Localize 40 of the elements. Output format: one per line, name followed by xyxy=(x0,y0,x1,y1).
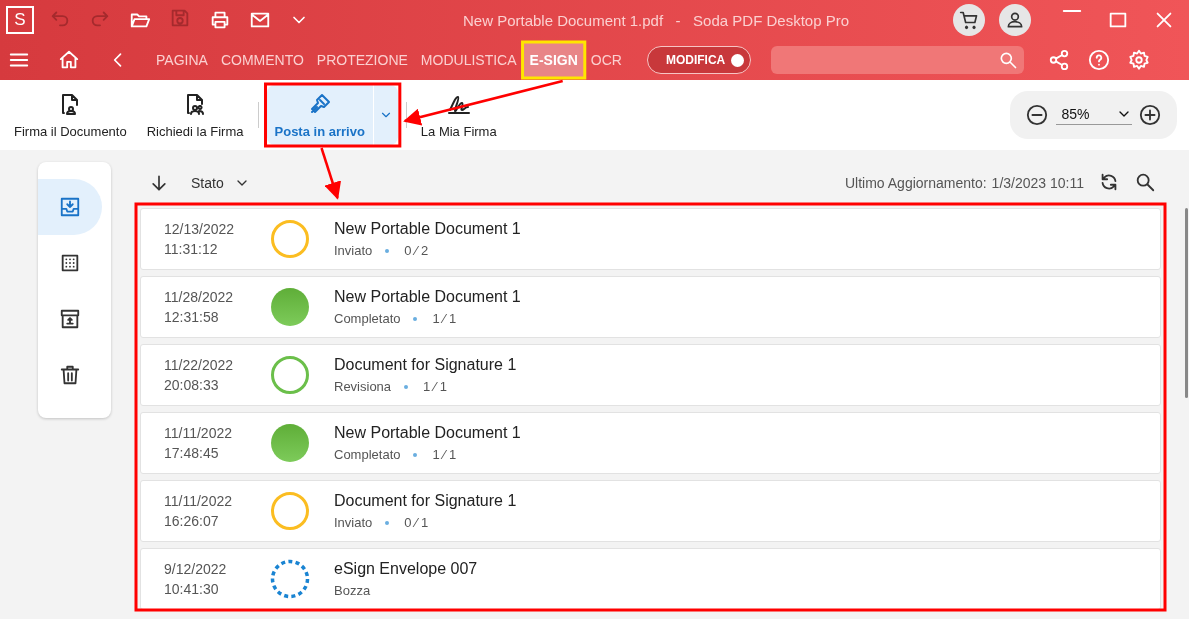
mode-toggle[interactable]: MODIFICA xyxy=(646,46,752,74)
status-text: Completato xyxy=(334,447,401,462)
row-time: 12:31:58 xyxy=(164,308,220,327)
last-update-label: Ultimo Aggiornamento: xyxy=(844,175,987,191)
row-time: 17:48:45 xyxy=(164,444,220,463)
row-time: 11:31:12 xyxy=(164,240,219,259)
signer-count: 1 ⁄ 1 xyxy=(432,311,457,326)
signer-count: 0 ⁄ 2 xyxy=(404,243,429,258)
row-date: 9/12/2022 xyxy=(164,560,228,579)
signer-count: 1 ⁄ 1 xyxy=(423,379,447,394)
signer-count: 1 ⁄ 1 xyxy=(432,447,457,462)
status-text: Bozza xyxy=(334,583,371,598)
status-text: Inviato xyxy=(334,515,373,530)
toolbar-button[interactable]: Firma il Documento xyxy=(8,85,133,145)
toolbar-button[interactable]: Posta in arrivo xyxy=(266,85,373,145)
app-logo[interactable]: S xyxy=(6,6,34,34)
document-title[interactable]: Document for Signature 1 xyxy=(334,492,517,510)
signer-count: 0 ⁄ 1 xyxy=(404,515,429,530)
last-update-value: 1/3/2023 10:11 xyxy=(991,175,1084,191)
row-time: 20:08:33 xyxy=(164,376,220,395)
row-time: 10:41:30 xyxy=(164,580,220,599)
zoom-select[interactable]: 85% xyxy=(1055,105,1132,125)
row-time: 16:26:07 xyxy=(164,512,220,531)
document-title[interactable]: New Portable Document 1 xyxy=(334,220,521,238)
document-title[interactable]: New Portable Document 1 xyxy=(334,288,521,306)
sort-label[interactable]: Stato xyxy=(191,175,224,191)
row-date: 11/11/2022 xyxy=(164,424,233,443)
document-title[interactable]: New Portable Document 1 xyxy=(334,424,521,442)
window-title: New Portable Document 1.pdf - Soda PDF Desktop Pro xyxy=(462,11,850,29)
row-date: 11/22/2022 xyxy=(164,356,235,375)
status-text: Revisiona xyxy=(334,379,392,394)
toolbar-button[interactable]: La Mia Firma xyxy=(414,85,503,145)
row-date: 11/28/2022 xyxy=(164,288,235,307)
document-title[interactable]: Document for Signature 1 xyxy=(334,356,517,374)
status-text: Completato xyxy=(334,311,401,326)
document-title[interactable]: eSign Envelope 007 xyxy=(334,560,478,578)
toolbar-button[interactable]: Richiedi la Firma xyxy=(140,85,250,145)
row-date: 12/13/2022 xyxy=(164,220,236,239)
status-text: Inviato xyxy=(334,243,373,258)
row-date: 11/11/2022 xyxy=(164,492,233,511)
